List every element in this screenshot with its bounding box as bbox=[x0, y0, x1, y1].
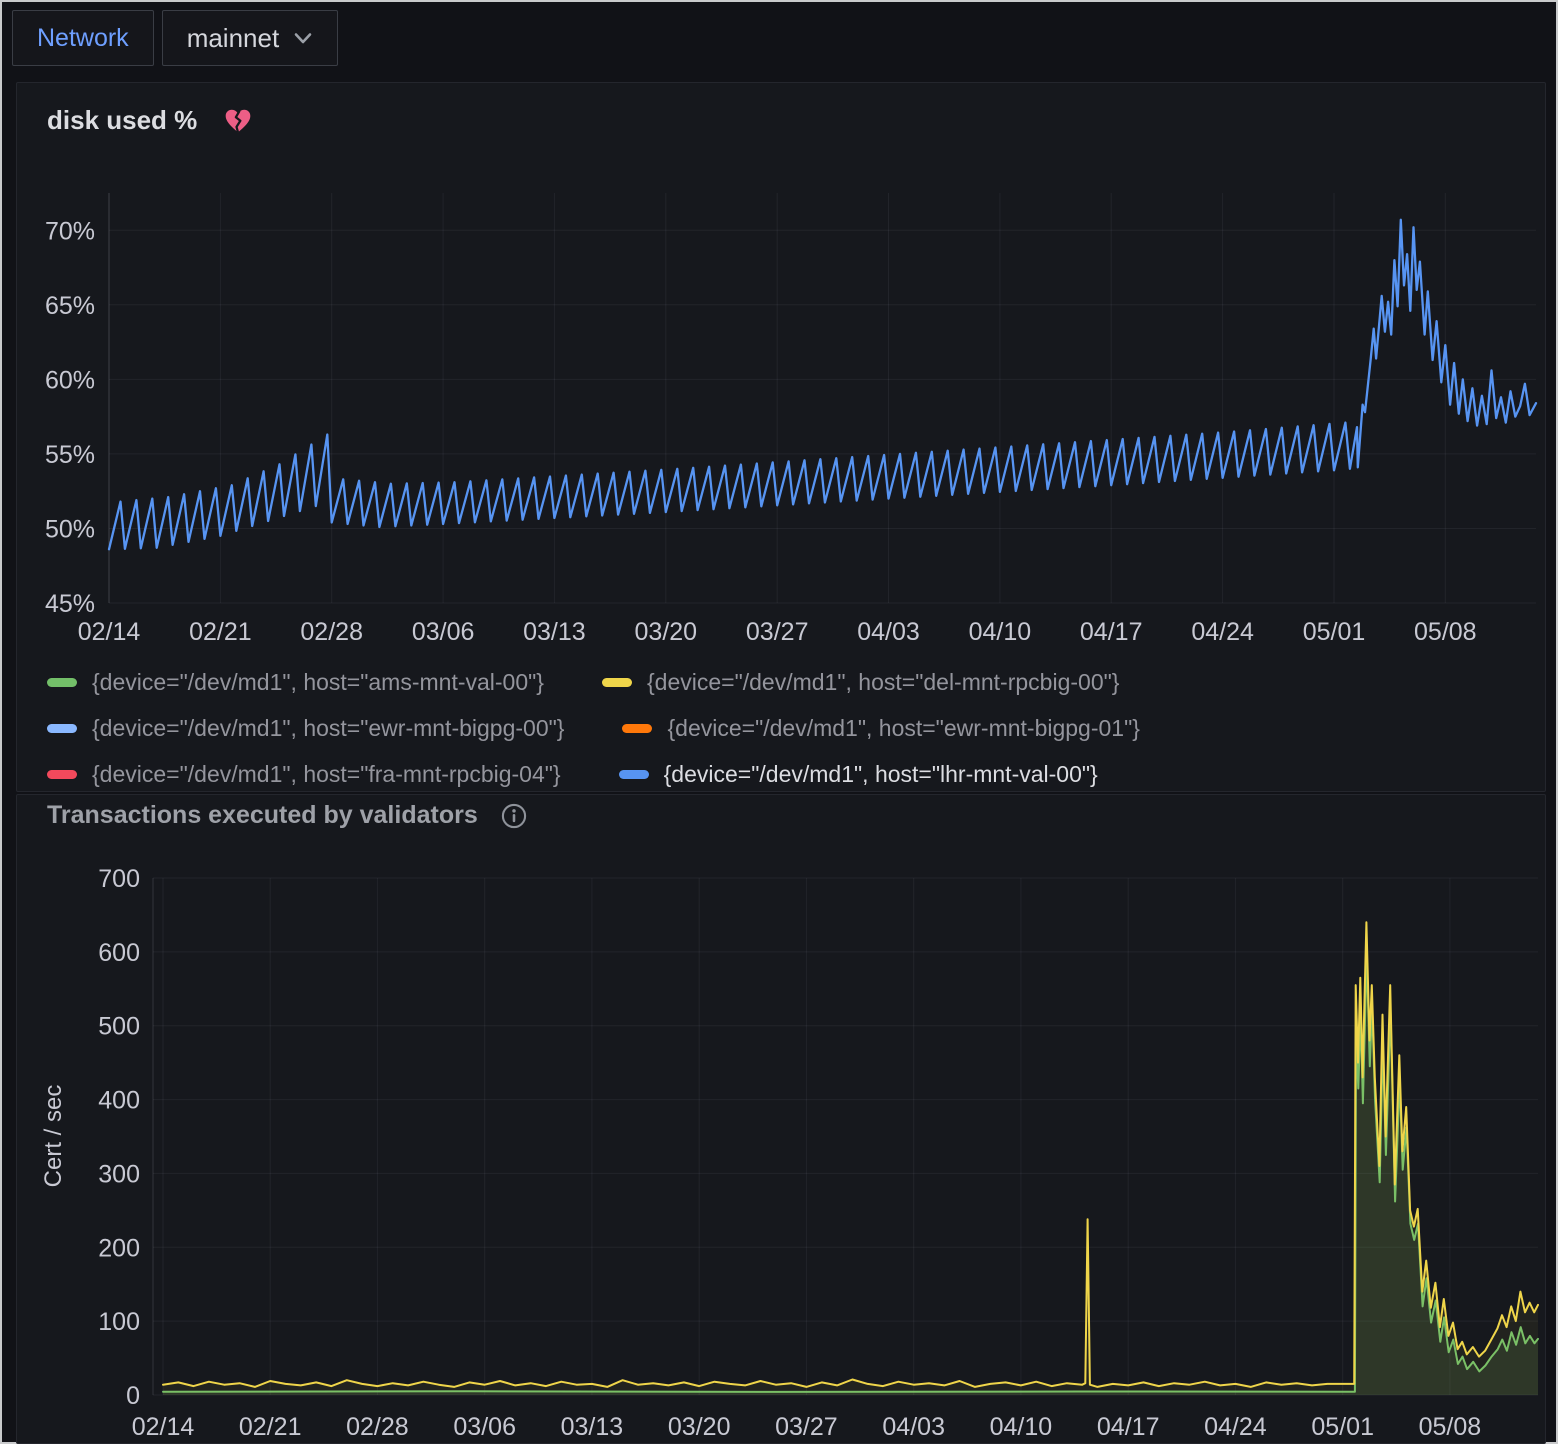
transactions-chart[interactable]: 0 100 200 300 400 500 600 700 02/14 02/21 02/28 03/… bbox=[31, 863, 1547, 1443]
network-value-text: mainnet bbox=[187, 23, 280, 54]
disk-used-legend: {device="/dev/md1", host="ams-mnt-val-00… bbox=[47, 659, 1198, 797]
x-tick-label: 04/10 bbox=[969, 618, 1032, 646]
x-tick-label: 03/27 bbox=[746, 618, 809, 646]
x-tick-label: 03/20 bbox=[635, 618, 698, 646]
gridlines bbox=[109, 193, 1536, 603]
y-tick-label: 100 bbox=[98, 1308, 140, 1336]
panel-transactions: Transactions executed by validators 0 100… bbox=[16, 794, 1546, 1444]
network-variable-label: Network bbox=[12, 10, 154, 66]
y-tick-label: 50% bbox=[45, 516, 95, 544]
network-label-text: Network bbox=[37, 24, 129, 53]
y-tick-label: 55% bbox=[45, 441, 95, 469]
x-tick-label: 02/28 bbox=[346, 1413, 409, 1441]
y-axis-title: Cert / sec bbox=[40, 1085, 67, 1188]
legend-series-label: {device="/dev/md1", host="ewr-mnt-bigpg-… bbox=[92, 715, 564, 742]
y-tick-label: 600 bbox=[98, 939, 140, 967]
legend-series-color-chip bbox=[47, 770, 77, 779]
x-tick-label: 05/08 bbox=[1419, 1413, 1482, 1441]
y-tick-label: 500 bbox=[98, 1013, 140, 1041]
legend-series-label: {device="/dev/md1", host="del-mnt-rpcbig… bbox=[647, 669, 1119, 696]
legend-row: {device="/dev/md1", host="ewr-mnt-bigpg-… bbox=[47, 705, 1198, 751]
legend-series-color-chip bbox=[47, 678, 77, 687]
y-tick-label: 200 bbox=[98, 1234, 140, 1262]
y-tick-label: 0 bbox=[126, 1382, 140, 1410]
legend-row: {device="/dev/md1", host="ams-mnt-val-00… bbox=[47, 659, 1198, 705]
legend-item[interactable]: {device="/dev/md1", host="ewr-mnt-bigpg-… bbox=[622, 715, 1139, 742]
grafana-dashboard: { "top_bar": { "network_label": "Network… bbox=[0, 0, 1558, 1444]
y-tick-label: 65% bbox=[45, 292, 95, 320]
x-tick-label: 02/21 bbox=[189, 618, 252, 646]
series-line-{device="/dev/md1", host="lhr-mnt-val-00"} bbox=[109, 220, 1536, 550]
panel-title[interactable]: Transactions executed by validators bbox=[47, 801, 478, 830]
y-tick-label: 70% bbox=[45, 217, 95, 245]
series-line-rpc-certs-yellow bbox=[163, 922, 1538, 1387]
panel-disk-used: disk used % 45% 50% 55% 60% 65% 70% 02/14 02/21… bbox=[16, 82, 1546, 792]
series-area-validator-certs-green bbox=[163, 953, 1538, 1395]
legend-row: {device="/dev/md1", host="fra-mnt-rpcbig… bbox=[47, 751, 1198, 797]
x-tick-label: 04/17 bbox=[1097, 1413, 1160, 1441]
y-tick-label: 300 bbox=[98, 1160, 140, 1188]
legend-series-color-chip bbox=[622, 724, 652, 733]
y-tick-label: 60% bbox=[45, 366, 95, 394]
x-tick-label: 03/13 bbox=[523, 618, 586, 646]
info-icon[interactable] bbox=[500, 802, 528, 830]
legend-series-color-chip bbox=[47, 724, 77, 733]
axis-labels: 45% 50% 55% 60% 65% 70% 02/14 02/21 02/28 03/06 03… bbox=[45, 217, 1477, 646]
x-tick-label: 03/13 bbox=[561, 1413, 624, 1441]
network-variable-dropdown[interactable]: mainnet bbox=[162, 10, 339, 66]
legend-series-label: {device="/dev/md1", host="fra-mnt-rpcbig… bbox=[92, 761, 561, 788]
broken-heart-icon bbox=[223, 107, 253, 135]
panel-disk-used-header: disk used % bbox=[17, 83, 1545, 136]
x-tick-label: 05/01 bbox=[1311, 1413, 1374, 1441]
panel-transactions-header: Transactions executed by validators bbox=[17, 795, 1545, 830]
legend-item[interactable]: {device="/dev/md1", host="lhr-mnt-val-00… bbox=[619, 761, 1098, 788]
y-tick-label: 700 bbox=[98, 865, 140, 893]
x-tick-label: 02/21 bbox=[239, 1413, 302, 1441]
legend-item[interactable]: {device="/dev/md1", host="ewr-mnt-bigpg-… bbox=[47, 715, 564, 742]
legend-item[interactable]: {device="/dev/md1", host="fra-mnt-rpcbig… bbox=[47, 761, 561, 788]
x-tick-label: 04/03 bbox=[857, 618, 920, 646]
x-tick-label: 04/10 bbox=[990, 1413, 1053, 1441]
legend-series-color-chip bbox=[602, 678, 632, 687]
x-tick-label: 04/24 bbox=[1204, 1413, 1267, 1441]
x-tick-label: 02/14 bbox=[78, 618, 141, 646]
panel-title[interactable]: disk used % bbox=[47, 105, 197, 136]
x-tick-label: 02/14 bbox=[132, 1413, 195, 1441]
x-tick-label: 04/24 bbox=[1191, 618, 1254, 646]
gridlines bbox=[153, 878, 1538, 1395]
x-tick-label: 03/06 bbox=[453, 1413, 516, 1441]
x-tick-label: 03/06 bbox=[412, 618, 475, 646]
x-tick-label: 04/03 bbox=[882, 1413, 945, 1441]
series-area-rpc-certs-yellow bbox=[163, 922, 1538, 1395]
x-tick-label: 05/08 bbox=[1414, 618, 1477, 646]
legend-series-color-chip bbox=[619, 770, 649, 779]
legend-series-label: {device="/dev/md1", host="lhr-mnt-val-00… bbox=[664, 761, 1098, 788]
legend-item[interactable]: {device="/dev/md1", host="ams-mnt-val-00… bbox=[47, 669, 544, 696]
series-line-validator-certs-green bbox=[163, 953, 1538, 1392]
x-tick-label: 02/28 bbox=[300, 618, 363, 646]
chevron-down-icon bbox=[293, 32, 313, 45]
legend-series-label: {device="/dev/md1", host="ewr-mnt-bigpg-… bbox=[667, 715, 1139, 742]
legend-item[interactable]: {device="/dev/md1", host="del-mnt-rpcbig… bbox=[602, 669, 1119, 696]
disk-used-chart[interactable]: 45% 50% 55% 60% 65% 70% 02/14 02/21 02/28 03/06 03… bbox=[31, 178, 1541, 648]
y-tick-label: 45% bbox=[45, 590, 95, 618]
legend-series-label: {device="/dev/md1", host="ams-mnt-val-00… bbox=[92, 669, 544, 696]
variables-bar: Network mainnet bbox=[12, 10, 338, 66]
x-tick-label: 03/20 bbox=[668, 1413, 731, 1441]
x-tick-label: 05/01 bbox=[1303, 618, 1366, 646]
y-tick-label: 400 bbox=[98, 1087, 140, 1115]
x-tick-label: 04/17 bbox=[1080, 618, 1143, 646]
x-tick-label: 03/27 bbox=[775, 1413, 838, 1441]
